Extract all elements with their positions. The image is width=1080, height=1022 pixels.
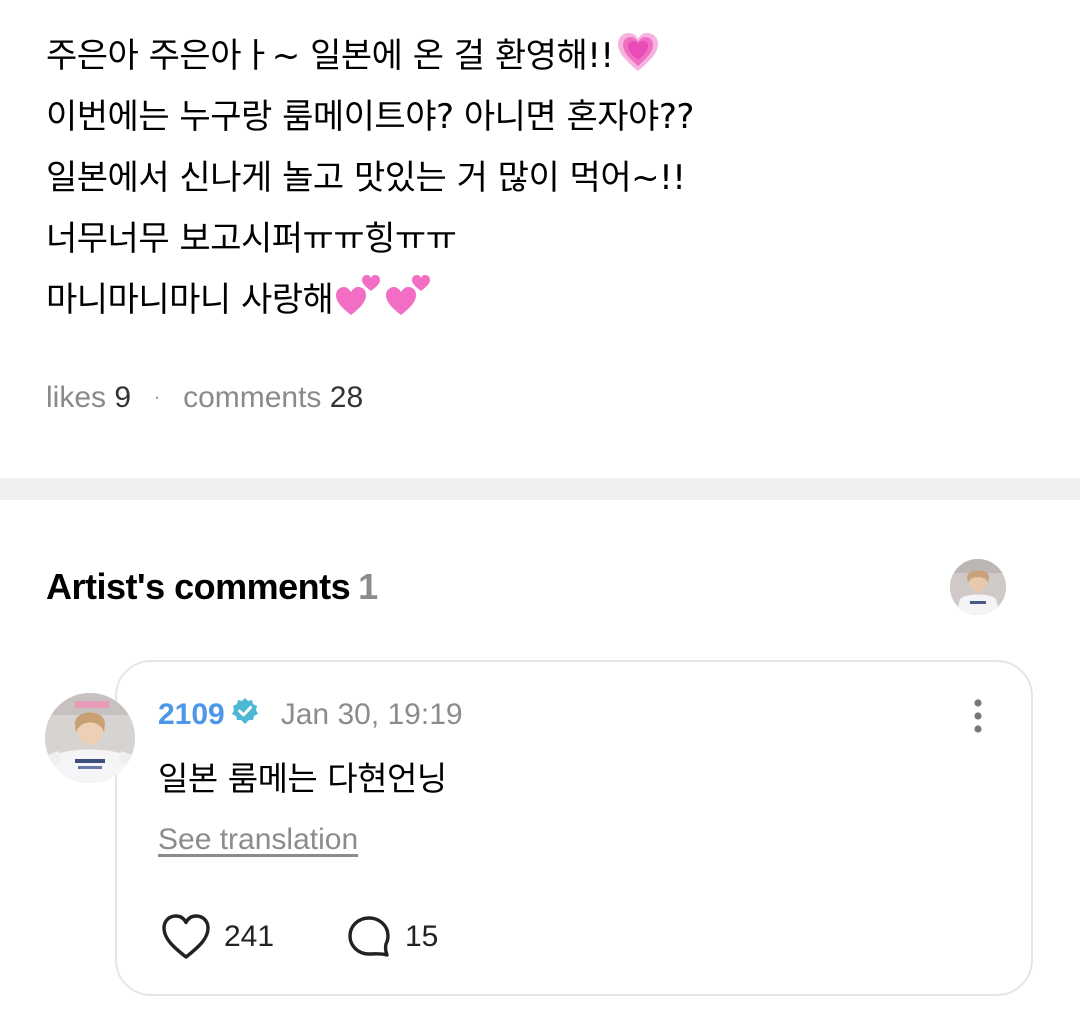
two-hearts-icon xyxy=(335,271,383,337)
post-stats: likes 9 · comments 28 xyxy=(46,381,363,415)
comment-author-name[interactable]: 2109 xyxy=(158,698,225,731)
more-vertical-icon xyxy=(974,699,982,733)
post-text: 마니마니마니 사랑해 xyxy=(46,280,334,320)
artist-comments-title: Artist's comments 1 xyxy=(46,566,378,608)
artist-comments-label: Artist's comments xyxy=(46,566,351,607)
post-text: 주은아 주은아ㅏ~ 일본에 온 걸 환영해!! xyxy=(46,36,614,76)
reply-count: 15 xyxy=(405,920,439,953)
post-text: 일본에서 신나게 놀고 맛있는 거 많이 먹어~!! xyxy=(46,158,686,198)
post-line: 이번에는 누구랑 룸메이트야? 아니면 혼자야?? xyxy=(46,87,1036,148)
post-text: 이번에는 누구랑 룸메이트야? 아니면 혼자야?? xyxy=(46,97,694,137)
comment-bubble-icon xyxy=(348,916,390,957)
growing-heart-icon xyxy=(616,31,660,93)
section-divider xyxy=(0,478,1080,500)
artist-avatar[interactable] xyxy=(950,559,1006,615)
reply-button[interactable]: 15 xyxy=(345,912,438,962)
more-options-button[interactable] xyxy=(966,697,990,737)
post-line: 주은아 주은아ㅏ~ 일본에 온 걸 환영해!! xyxy=(46,26,1036,87)
comment-timestamp: Jan 30, 19:19 xyxy=(280,698,463,731)
comments-label[interactable]: comments xyxy=(183,381,321,414)
likes-count[interactable]: 9 xyxy=(114,381,131,414)
post-line: 일본에서 신나게 놀고 맛있는 거 많이 먹어~!! xyxy=(46,148,1036,209)
post-body: 주은아 주은아ㅏ~ 일본에 온 걸 환영해!! 이번에는 누구랑 룸메이트야? … xyxy=(46,26,1036,331)
comment-author-row: 2109 Jan 30, 19:19 xyxy=(158,697,463,738)
artist-comments-count: 1 xyxy=(358,566,378,607)
heart-outline-icon xyxy=(162,914,210,959)
likes-label[interactable]: likes xyxy=(46,381,106,414)
comments-count[interactable]: 28 xyxy=(330,381,363,414)
like-button[interactable]: 241 xyxy=(160,912,274,962)
post-text: 너무너무 보고시퍼ㅠㅠ힝ㅠㅠ xyxy=(46,219,457,259)
post-line: 마니마니마니 사랑해 xyxy=(46,270,1036,331)
like-count: 241 xyxy=(224,920,275,953)
two-hearts-icon xyxy=(385,271,433,337)
separator-dot: · xyxy=(153,384,161,409)
comment-text: 일본 룸메는 다현언닝 xyxy=(158,759,447,798)
verified-badge-icon xyxy=(231,697,259,730)
comment-author-avatar[interactable] xyxy=(45,693,135,783)
post-line: 너무너무 보고시퍼ㅠㅠ힝ㅠㅠ xyxy=(46,209,1036,270)
see-translation-link[interactable]: See translation xyxy=(158,823,358,857)
